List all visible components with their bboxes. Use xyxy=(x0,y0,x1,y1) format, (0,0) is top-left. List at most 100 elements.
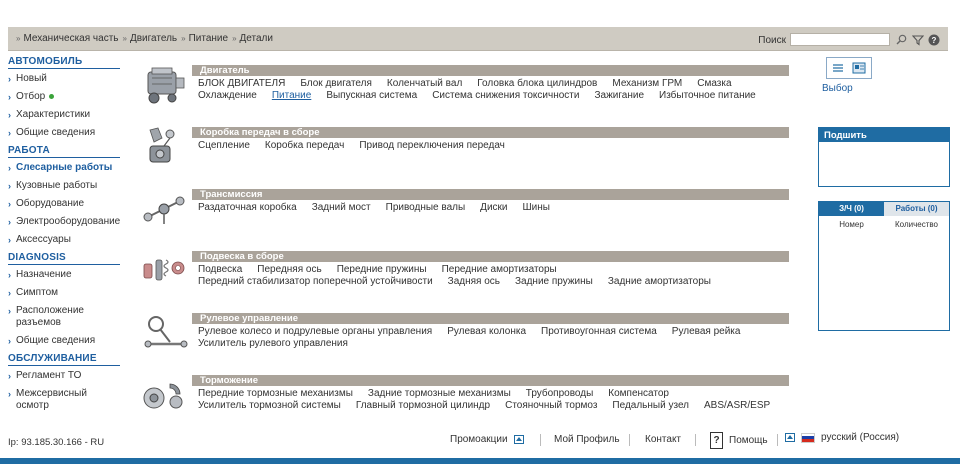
chevron-right-icon: › xyxy=(8,288,11,298)
gearbox-icon[interactable] xyxy=(140,126,188,168)
category-title[interactable]: Трансмиссия xyxy=(192,189,789,200)
category-link[interactable]: Приводные валы xyxy=(386,202,466,213)
category-link[interactable]: Охлаждение xyxy=(198,90,257,101)
sidebar-section-title[interactable]: АВТОМОБИЛЬ xyxy=(8,56,120,69)
engine-icon[interactable] xyxy=(140,64,188,106)
breadcrumb-label: Механическая часть xyxy=(23,33,119,44)
axle-icon[interactable] xyxy=(140,188,188,230)
sidebar-item-electrical[interactable]: › Электрооборудование xyxy=(8,216,120,228)
list-view-icon[interactable] xyxy=(831,62,845,74)
category-link[interactable]: Передний стабилизатор поперечной устойчи… xyxy=(198,276,433,287)
sidebar-item-diag-general-info[interactable]: › Общие сведения xyxy=(8,335,120,347)
sidebar-section-title[interactable]: ОБСЛУЖИВАНИЕ xyxy=(8,353,120,366)
tab-works[interactable]: Работы (0) xyxy=(884,202,949,216)
category-link[interactable]: Система снижения токсичности xyxy=(432,90,579,101)
breadcrumb-item[interactable]: » Двигатель xyxy=(122,33,177,44)
steering-icon[interactable] xyxy=(140,312,188,354)
category-link[interactable]: Подвеска xyxy=(198,264,242,275)
category-link[interactable]: Передняя ось xyxy=(257,264,321,275)
category-title[interactable]: Двигатель xyxy=(192,65,789,76)
sidebar-item-accessories[interactable]: › Аксессуары xyxy=(8,234,120,246)
category-link[interactable]: Усилитель рулевого управления xyxy=(198,338,348,349)
category-link[interactable]: Передние тормозные механизмы xyxy=(198,388,353,399)
breadcrumb-item[interactable]: » Питание xyxy=(181,33,228,44)
category-link[interactable]: Задний мост xyxy=(312,202,371,213)
category-link[interactable]: Блок двигателя xyxy=(300,78,372,89)
category-link[interactable]: Трубопроводы xyxy=(526,388,594,399)
category-link[interactable]: Стояночный тормоз xyxy=(505,400,597,411)
sidebar-item-selection[interactable]: › Отбор xyxy=(8,91,120,103)
category-link[interactable]: Зажигание xyxy=(594,90,644,101)
sidebar-item-mechanical-work[interactable]: › Слесарные работы xyxy=(8,162,120,174)
suspension-icon[interactable] xyxy=(140,250,188,292)
category-link[interactable]: Выпускная система xyxy=(326,90,417,101)
category-link[interactable]: Усилитель тормозной системы xyxy=(198,400,341,411)
sidebar-item-symptom[interactable]: › Симптом xyxy=(8,287,120,299)
sidebar-item-body-work[interactable]: › Кузовные работы xyxy=(8,180,120,192)
category-link[interactable]: Задние пружины xyxy=(515,276,593,287)
search-input[interactable] xyxy=(790,33,890,46)
footer-help-label: Помощь xyxy=(729,435,768,446)
footer-promotions[interactable]: Промоакции xyxy=(450,434,524,445)
category-link[interactable]: Рулевое колесо и подрулевые органы управ… xyxy=(198,326,432,337)
footer-divider xyxy=(540,434,541,446)
category-link[interactable]: Передние амортизаторы xyxy=(442,264,557,275)
footer-language-selector[interactable]: русский (Россия) xyxy=(785,432,899,443)
category-title[interactable]: Коробка передач в сборе xyxy=(192,127,789,138)
category-link[interactable]: Задние тормозные механизмы xyxy=(368,388,511,399)
category-link[interactable]: Рулевая рейка xyxy=(672,326,741,337)
filter-icon[interactable] xyxy=(911,33,924,46)
sidebar-section-title[interactable]: РАБОТА xyxy=(8,145,120,158)
category-link[interactable]: Раздаточная коробка xyxy=(198,202,297,213)
search-icon[interactable] xyxy=(895,33,908,46)
category-link[interactable]: Смазка xyxy=(697,78,731,89)
category-link[interactable]: БЛОК ДВИГАТЕЛЯ xyxy=(198,78,285,89)
sidebar-item-maintenance-schedule[interactable]: › Регламент ТО xyxy=(8,370,120,382)
category-link[interactable]: Шины xyxy=(523,202,550,213)
breadcrumb-item[interactable]: » Механическая часть xyxy=(16,33,118,44)
sidebar-item-general-info[interactable]: › Общие сведения xyxy=(8,127,120,139)
tab-parts[interactable]: З/Ч (0) xyxy=(819,202,884,216)
sidebar-item-purpose[interactable]: › Назначение xyxy=(8,269,120,281)
help-circle-icon[interactable]: ? xyxy=(927,33,940,46)
sidebar-item-label: Электрооборудование xyxy=(16,216,121,227)
category-link-active[interactable]: Питание xyxy=(272,90,311,101)
category-link[interactable]: Главный тормозной цилиндр xyxy=(356,400,490,411)
category-link[interactable]: Механизм ГРМ xyxy=(612,78,682,89)
category-link[interactable]: Передние пружины xyxy=(337,264,427,275)
category-link[interactable]: Противоугонная система xyxy=(541,326,657,337)
category-link[interactable]: Коробка передач xyxy=(265,140,344,151)
category-link[interactable]: ABS/ASR/ESP xyxy=(704,400,770,411)
footer-profile-link[interactable]: Мой Профиль xyxy=(554,434,620,445)
sidebar-section-title[interactable]: DIAGNOSIS xyxy=(8,252,120,265)
category-link[interactable]: Избыточное питание xyxy=(659,90,756,101)
detail-view-icon[interactable] xyxy=(852,62,866,74)
category-title[interactable]: Торможение xyxy=(192,375,789,386)
footer-help-link[interactable]: ? Помощь xyxy=(710,432,768,449)
category-link[interactable]: Педальный узел xyxy=(612,400,689,411)
brake-icon[interactable] xyxy=(140,374,188,416)
sidebar-item-specs[interactable]: › Характеристики xyxy=(8,109,120,121)
select-label[interactable]: Выбор xyxy=(822,83,853,94)
category-link[interactable]: Рулевая колонка xyxy=(447,326,526,337)
column-header-quantity: Количество xyxy=(895,220,938,229)
category-title[interactable]: Рулевое управление xyxy=(192,313,789,324)
sidebar-item-connector-location[interactable]: › Расположение разъемов xyxy=(8,305,120,329)
sidebar-item-label: Кузовные работы xyxy=(16,180,98,191)
category-title[interactable]: Подвеска в сборе xyxy=(192,251,789,262)
category-links: Раздаточная коробка Задний мост Приводны… xyxy=(198,202,788,213)
category-link[interactable]: Головка блока цилиндров xyxy=(477,78,597,89)
view-toggle xyxy=(826,57,872,79)
sidebar-item-equipment[interactable]: › Оборудование xyxy=(8,198,120,210)
category-link[interactable]: Привод переключения передач xyxy=(359,140,505,151)
breadcrumb-label: Двигатель xyxy=(129,33,178,44)
category-link[interactable]: Сцепление xyxy=(198,140,250,151)
sidebar-item-interim-inspection[interactable]: › Межсервисный осмотр xyxy=(8,388,120,412)
footer-contact-link[interactable]: Контакт xyxy=(645,434,681,445)
sidebar-item-new[interactable]: › Новый xyxy=(8,73,120,85)
category-link[interactable]: Компенсатор xyxy=(608,388,669,399)
category-link[interactable]: Коленчатый вал xyxy=(387,78,462,89)
category-link[interactable]: Диски xyxy=(480,202,507,213)
category-link[interactable]: Задние амортизаторы xyxy=(608,276,711,287)
category-link[interactable]: Задняя ось xyxy=(448,276,500,287)
